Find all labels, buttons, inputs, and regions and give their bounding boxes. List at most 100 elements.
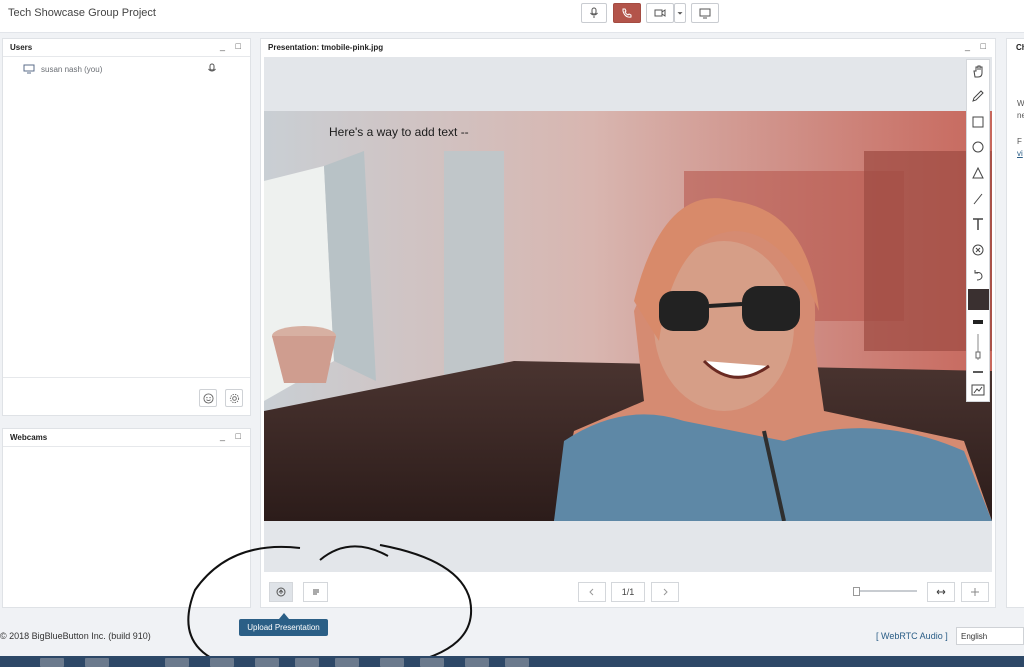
taskbar-item[interactable] [85,658,109,667]
rectangle-icon [972,116,984,128]
line-icon [973,193,983,205]
presentation-stage[interactable]: Here's a way to add text -- [264,57,992,572]
gear-icon [229,393,239,403]
presentation-panel-window-controls[interactable]: _ □ [965,41,990,51]
camera-dropdown-button[interactable] [674,3,686,23]
users-panel: Users _ □ susan nash (you) [2,38,251,416]
hangup-button[interactable] [613,3,641,23]
divider [3,446,250,447]
hand-tool[interactable] [969,62,987,80]
language-select[interactable]: English [956,627,1024,645]
slide-image[interactable]: Here's a way to add text -- [264,111,992,521]
webrtc-audio-link[interactable]: [ WebRTC Audio ] [876,631,948,641]
thickness-icon [973,320,983,324]
chat-panel: Ch W ne F vi [1006,38,1024,608]
webcams-panel: Webcams _ □ [2,428,251,608]
video-camera-icon [654,9,666,17]
settings-button[interactable] [225,389,243,407]
divider [3,377,250,378]
arrows-horizontal-icon [936,589,946,595]
undo-tool[interactable] [969,266,987,284]
chat-panel-title: Ch [1016,43,1024,52]
taskbar-item[interactable] [380,658,404,667]
ellipse-icon [972,141,984,153]
fullscreen-button[interactable] [961,582,989,602]
presentation-list-button[interactable] [303,582,328,602]
pencil-tool[interactable] [969,87,987,105]
slide-photo [264,111,992,521]
microphone-icon [590,7,598,18]
copyright-text: © 2018 BigBlueButton Inc. (build 910) [0,631,151,641]
upload-presentation-button[interactable] [269,582,293,602]
chat-text: F [1017,137,1022,146]
taskbar-item[interactable] [505,658,529,667]
thickness-slider[interactable] [969,332,987,362]
color-picker[interactable] [968,289,989,310]
divider [3,56,250,57]
fit-width-button[interactable] [927,582,955,602]
os-taskbar [0,656,1024,667]
multi-user-tool[interactable] [969,381,987,399]
taskbar-item[interactable] [295,658,319,667]
undo-icon [974,270,983,281]
line-tool[interactable] [969,190,987,208]
app-title: Tech Showcase Group Project [8,7,156,19]
user-list-item[interactable]: susan nash (you) [23,63,223,77]
taskbar-item[interactable] [210,658,234,667]
monitor-icon [23,64,35,74]
webcams-panel-window-controls[interactable]: _ □ [220,431,245,441]
taskbar-item[interactable] [465,658,489,667]
users-panel-title: Users [10,43,33,52]
taskbar-item[interactable] [40,658,64,667]
chevron-right-icon [663,588,668,596]
presentation-panel-title: Presentation: tmobile-pink.jpg [268,43,384,52]
chat-text: ne [1017,111,1024,120]
zoom-slider[interactable] [853,587,917,596]
users-panel-window-controls[interactable]: _ □ [220,41,245,51]
zoom-slider-handle[interactable] [853,587,860,596]
line-thin-icon [973,371,983,373]
camera-button[interactable] [646,3,674,23]
microphone-icon [208,63,216,72]
chat-text: W [1017,99,1024,108]
line-thin-tool[interactable] [969,363,987,381]
ellipse-tool[interactable] [969,138,987,156]
text-icon [973,218,983,230]
clear-icon [972,244,984,256]
microphone-button[interactable] [581,3,607,23]
user-name: susan nash (you) [41,65,103,74]
taskbar-item[interactable] [335,658,359,667]
taskbar-item[interactable] [255,658,279,667]
taskbar-item[interactable] [165,658,189,667]
upload-icon [276,587,286,597]
rectangle-tool[interactable] [969,113,987,131]
slide-annotation-text: Here's a way to add text -- [329,125,469,139]
chevron-left-icon [589,588,594,596]
monitor-icon [699,8,711,19]
triangle-icon [972,166,984,179]
page-indicator[interactable]: 1/1 [611,582,645,602]
phone-icon [622,8,632,18]
webcams-panel-title: Webcams [10,433,48,442]
previous-slide-button[interactable] [578,582,606,602]
whiteboard-toolbar [966,59,990,402]
clear-tool[interactable] [969,241,987,259]
slider-icon [975,334,981,360]
chat-link[interactable]: vi [1017,149,1023,158]
next-slide-button[interactable] [651,582,679,602]
move-icon [971,588,979,596]
taskbar-item[interactable] [420,658,444,667]
text-tool[interactable] [969,215,987,233]
smiley-icon [202,392,214,404]
caret-down-icon [677,12,683,15]
hand-icon [973,65,983,78]
top-bar: Tech Showcase Group Project [0,0,1024,33]
triangle-tool[interactable] [969,164,987,182]
list-icon [312,589,319,595]
emoji-status-button[interactable] [199,389,217,407]
chart-icon [971,384,985,396]
thickness-picker[interactable] [969,314,987,332]
upload-presentation-tooltip: Upload Presentation [239,619,328,636]
screenshare-button[interactable] [691,3,719,23]
pencil-icon [972,90,984,102]
